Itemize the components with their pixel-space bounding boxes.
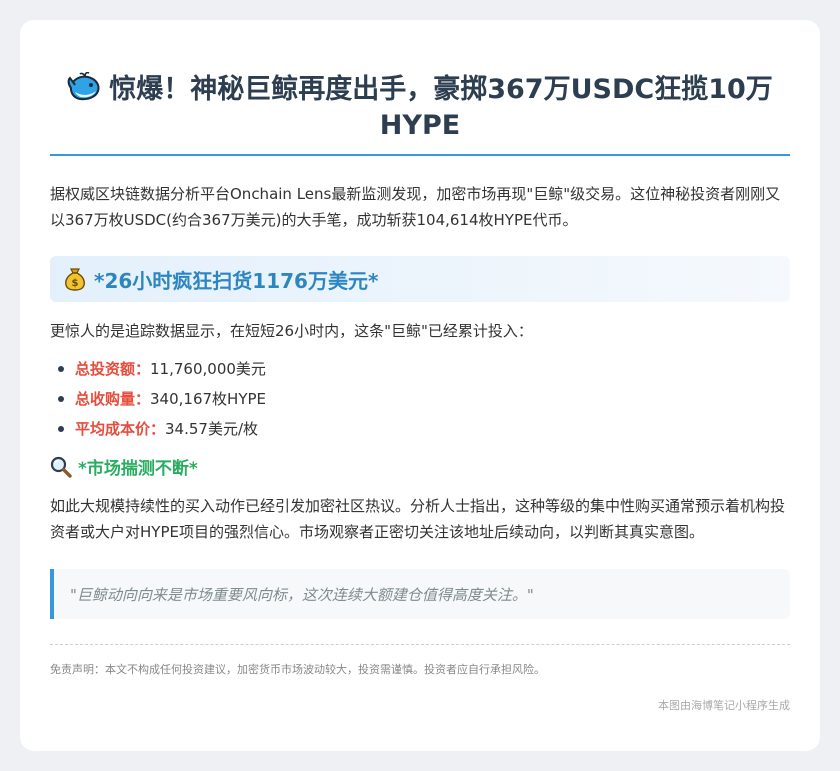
disclaimer: 免责声明：本文不构成任何投资建议，加密货币市场波动较大，投资需谨慎。投资者应自行… [50,663,545,676]
whale-icon [67,71,101,110]
magnifying-glass-icon [50,456,72,478]
stat-value: 11,760,000美元 [150,360,266,378]
stat-label: 总投资额： [75,360,151,378]
stat-label: 平均成本价： [75,420,166,438]
section1-lead: 更惊人的是追踪数据显示，在短短26小时内，这条"巨鲸"已经累计投入： [50,322,533,340]
stat-average-cost: 平均成本价：34.57美元/枚 [58,414,790,444]
stats-list: 总投资额：11,760,000美元 总收购量：340,167枚HYPE 平均成本… [50,354,790,444]
section1-heading-block: $ *26小时疯狂扫货1176万美元* [50,256,790,302]
article-title: 惊爆！神秘巨鲸再度出手，豪掷367万USDC狂揽10万HYPE [109,74,773,141]
quote-text: "巨鲸动向向来是市场重要风向标，这次连续大额建仓值得高度关注。" [70,585,534,604]
stat-value: 34.57美元/枚 [165,420,259,438]
stat-total-purchased: 总收购量：340,167枚HYPE [58,384,790,414]
quote-block: "巨鲸动向向来是市场重要风向标，这次连续大额建仓值得高度关注。" [50,569,790,619]
section2-heading-block: *市场揣测不断* [50,454,790,479]
article-title-block: 惊爆！神秘巨鲸再度出手，豪掷367万USDC狂揽10万HYPE [50,71,790,156]
stat-total-investment: 总投资额：11,760,000美元 [58,354,790,384]
intro-paragraph: 据权威区块链数据分析平台Onchain Lens最新监测发现，加密市场再现"巨鲸… [50,185,781,229]
article-card: 惊爆！神秘巨鲸再度出手，豪掷367万USDC狂揽10万HYPE 据权威区块链数据… [20,20,820,751]
divider [50,644,790,645]
section2-heading: *市场揣测不断* [78,459,198,479]
footer-credit: 本图由海博笔记小程序生成 [658,699,790,712]
money-bag-icon: $ [64,267,86,291]
svg-text:$: $ [72,278,79,289]
section1-heading: *26小时疯狂扫货1176万美元* [94,268,379,293]
stat-label: 总收购量： [75,390,151,408]
stat-value: 340,167枚HYPE [150,390,267,408]
section2-paragraph: 如此大规模持续性的买入动作已经引发加密社区热议。分析人士指出，这种等级的集中性购… [50,497,786,541]
